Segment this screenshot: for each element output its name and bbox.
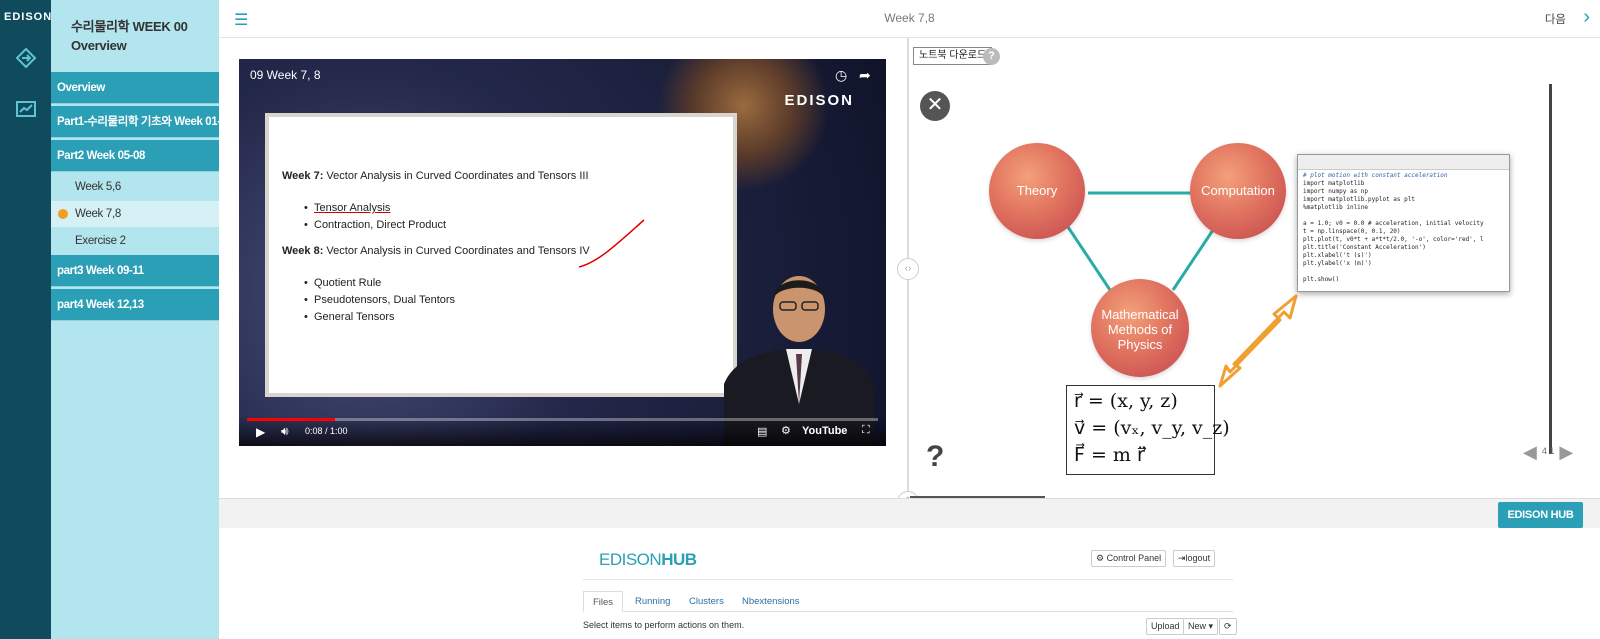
- next-label[interactable]: 다음: [1545, 11, 1566, 27]
- pen-annotation: [578, 219, 645, 268]
- hub-divider: [583, 579, 1233, 580]
- play-icon[interactable]: ▶: [256, 425, 265, 439]
- video-time: 0:08 / 1:00: [305, 426, 348, 436]
- slide-bullet: Tensor Analysis: [304, 202, 390, 214]
- video-player[interactable]: 09 Week 7, 8 ◷ ➦ EDISON Week 7: Vector A…: [239, 59, 886, 446]
- code-line: plt.show(): [1303, 276, 1340, 283]
- prev-slide-icon[interactable]: ◀: [1523, 442, 1537, 462]
- slide-bullet: Pseudotensors, Dual Tentors: [304, 294, 455, 306]
- nav-section-part2[interactable]: Part2 Week 05-08: [51, 140, 219, 172]
- slide-week8-heading: Week 8: Vector Analysis in Curved Coordi…: [282, 245, 590, 257]
- video-progress-fill: [247, 418, 336, 421]
- course-nav: 수리물리학 WEEK 00 Overview Overview Part1-수리…: [51, 0, 219, 639]
- nav-section-part1[interactable]: Part1-수리물리학 기초와 Week 01-04: [51, 106, 219, 138]
- nav-section-part3[interactable]: part3 Week 09-11: [51, 255, 219, 287]
- tab-running[interactable]: Running: [626, 591, 679, 612]
- notebook-download-button[interactable]: 노트북 다운로드: [913, 47, 993, 65]
- volume-icon[interactable]: 🔊︎: [281, 424, 289, 439]
- edison-logo[interactable]: EDISON: [4, 11, 52, 23]
- slide-bullet: Quotient Rule: [304, 277, 381, 289]
- logout-icon: ⇥: [1178, 553, 1186, 563]
- hub-strip: [219, 498, 1600, 528]
- video-progress-bar[interactable]: [247, 418, 878, 421]
- upload-button[interactable]: Upload: [1146, 618, 1185, 635]
- hub-tabs: Files Running Clusters Nbextensions: [583, 591, 1233, 612]
- tab-nbextensions[interactable]: Nbextensions: [733, 591, 809, 612]
- tab-files[interactable]: Files: [583, 591, 624, 612]
- chart-icon[interactable]: [14, 98, 38, 122]
- top-bar: ☰ Week 7,8 다음 ›: [219, 0, 1600, 38]
- nav-item-week56[interactable]: Week 5,6: [51, 174, 219, 200]
- new-dropdown-button[interactable]: New ▾: [1183, 618, 1219, 635]
- slide-bullet: General Tensors: [304, 311, 394, 323]
- nav-section-part4[interactable]: part4 Week 12,13: [51, 289, 219, 321]
- code-snippet: # plot motion with constant acceleration…: [1297, 154, 1510, 292]
- app-rail: EDISON: [0, 0, 51, 639]
- code-line: plt.ylabel('x (m)'): [1303, 260, 1372, 267]
- code-line: a = 1.0; v0 = 0.0 # acceleration, initia…: [1303, 220, 1484, 227]
- refresh-icon[interactable]: ⟳: [1219, 618, 1237, 635]
- equation-position: r⃗ = (x, y, z): [1074, 390, 1178, 412]
- chevron-right-icon[interactable]: ›: [1583, 6, 1590, 29]
- video-title[interactable]: 09 Week 7, 8: [250, 68, 321, 82]
- equation-velocity: v⃗ = (vₓ, v_y, v_z): [1074, 417, 1230, 439]
- page-title: Week 7,8: [884, 11, 935, 25]
- code-line: import numpy as np: [1303, 188, 1369, 195]
- code-line: import matplotlib.pyplot as plt: [1303, 196, 1415, 203]
- code-line: import matplotlib: [1303, 180, 1365, 187]
- hub-brand: EDISONHUB: [599, 550, 697, 569]
- edison-hub-button[interactable]: EDISON HUB: [1498, 502, 1583, 528]
- code-line: t = np.linspace(0, 0.1, 20): [1303, 228, 1401, 235]
- diagram-computation: Computation: [1190, 143, 1286, 239]
- equations-box: r⃗ = (x, y, z) v⃗ = (vₓ, v_y, v_z) F⃗ = …: [1066, 385, 1230, 475]
- current-indicator-icon: [58, 209, 68, 219]
- slide-week7-heading: Week 7: Vector Analysis in Curved Coordi…: [282, 170, 589, 182]
- code-line: plt.title('Constant Acceleration'): [1303, 244, 1426, 251]
- code-line: %matplotlib inline: [1303, 204, 1369, 211]
- close-icon[interactable]: ✕: [920, 91, 950, 121]
- code-line: plt.plot(t, v0*t + a*t*t/2.0, '-o', colo…: [1303, 236, 1484, 243]
- code-line: # plot motion with constant acceleration: [1303, 172, 1448, 179]
- edison-hub-panel: EDISONHUB ⚙ Control Panel ⇥logout Files …: [219, 528, 1600, 639]
- watch-later-icon[interactable]: ◷: [835, 67, 847, 84]
- fullscreen-icon[interactable]: ⛶: [862, 424, 870, 437]
- horizontal-resize-handle-icon[interactable]: ‹›: [897, 258, 919, 280]
- settings-gear-icon[interactable]: ⚙: [781, 424, 791, 437]
- slide-bullet: Contraction, Direct Product: [304, 219, 446, 231]
- exit-icon[interactable]: [14, 46, 38, 70]
- video-controls: ▶ 🔊︎ 0:08 / 1:00 ▤ ⚙ YouTube ⛶: [239, 416, 886, 446]
- nav-section-overview[interactable]: Overview: [51, 72, 219, 104]
- slide-pager: ◀ 4 1 ▶: [1523, 442, 1573, 463]
- nav-item-label: Week 7,8: [75, 208, 121, 220]
- logout-button[interactable]: ⇥logout: [1173, 550, 1216, 567]
- help-icon[interactable]: ?: [983, 48, 1000, 65]
- question-icon[interactable]: ?: [926, 440, 944, 474]
- equation-force: F⃗ = m r⃗̈: [1074, 444, 1145, 466]
- tab-clusters[interactable]: Clusters: [680, 591, 733, 612]
- control-panel-button[interactable]: ⚙ Control Panel: [1091, 550, 1167, 567]
- dashboard-icon: ⚙: [1096, 553, 1105, 563]
- nav-item-week78[interactable]: Week 7,8: [51, 201, 219, 227]
- code-line: plt.xlabel('t (s)'): [1303, 252, 1372, 259]
- next-slide-icon[interactable]: ▶: [1559, 442, 1573, 462]
- diagram-math-methods: Mathematical Methods of Physics: [1091, 279, 1189, 377]
- hub-instructions: Select items to perform actions on them.: [583, 620, 745, 630]
- captions-icon[interactable]: ▤: [757, 425, 767, 438]
- double-arrow-icon: [1218, 294, 1298, 388]
- diagram-theory: Theory: [989, 143, 1085, 239]
- youtube-logo[interactable]: YouTube: [802, 425, 847, 437]
- course-title: 수리물리학 WEEK 00 Overview: [71, 19, 188, 53]
- share-icon[interactable]: ➦: [859, 67, 871, 84]
- lecture-slide: Week 7: Vector Analysis in Curved Coordi…: [265, 113, 737, 397]
- nav-item-exercise2[interactable]: Exercise 2: [51, 228, 219, 254]
- video-logo: EDISON: [784, 92, 854, 109]
- slide-scrollbar[interactable]: [1549, 84, 1552, 454]
- page-indicator: 4 1: [1541, 446, 1555, 456]
